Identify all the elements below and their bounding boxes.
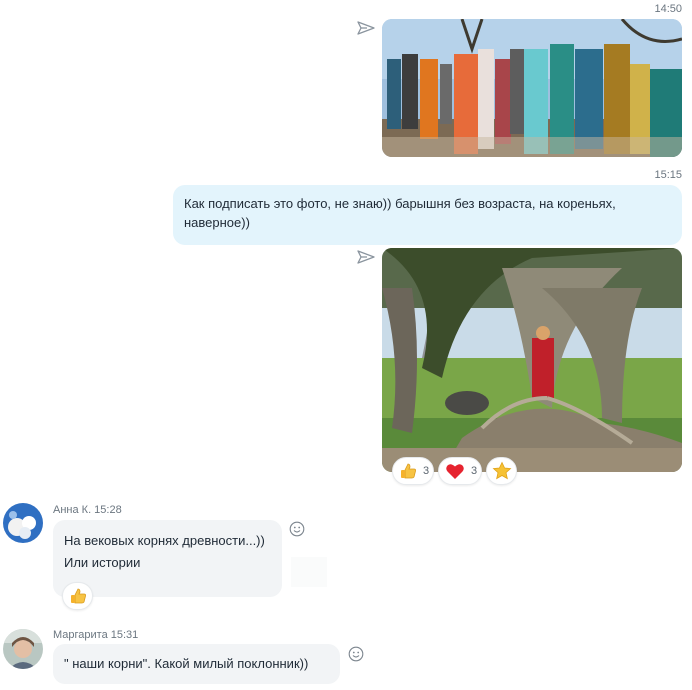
sent-status-icon (357, 21, 375, 35)
photo-tree-image (382, 248, 682, 472)
message-text-line: Как подписать это фото, не знаю)) барышн… (184, 196, 616, 211)
outgoing-message-bubble: Как подписать это фото, не знаю)) барышн… (173, 185, 682, 245)
sent-status-icon (357, 250, 375, 264)
heart-icon (446, 464, 464, 479)
add-reaction-smile-icon[interactable] (348, 646, 364, 662)
message-text-line: На вековых корнях древности...)) (64, 533, 265, 548)
message-text: " наши корни". Какой милый поклонник)) (64, 656, 309, 671)
message-time: 14:50 (654, 3, 682, 15)
star-icon (492, 461, 511, 480)
reaction-thumbs-up[interactable] (62, 582, 93, 610)
faint-placeholder (291, 557, 327, 587)
photo-crowd[interactable] (382, 19, 682, 157)
reaction-thumbs-up[interactable]: 3 (392, 457, 434, 485)
message-author: Маргарита 15:31 (53, 629, 139, 641)
photo-crowd-image (382, 19, 682, 157)
message-author: Анна К. 15:28 (53, 504, 122, 516)
avatar-image (3, 503, 43, 543)
photo-tree[interactable] (382, 248, 682, 472)
reaction-star[interactable] (486, 457, 517, 485)
message-time: 15:15 (654, 169, 682, 181)
thumbs-up-icon (70, 588, 86, 604)
incoming-message-bubble: " наши корни". Какой милый поклонник)) (53, 644, 340, 684)
reaction-count: 3 (471, 465, 478, 477)
reaction-count: 3 (423, 465, 430, 477)
avatar-image (3, 629, 43, 669)
avatar[interactable] (3, 629, 43, 669)
thumbs-up-icon (401, 463, 416, 479)
message-text-line: Или истории (64, 555, 141, 570)
avatar[interactable] (3, 503, 43, 543)
reaction-heart[interactable]: 3 (438, 457, 482, 485)
add-reaction-smile-icon[interactable] (289, 521, 305, 537)
